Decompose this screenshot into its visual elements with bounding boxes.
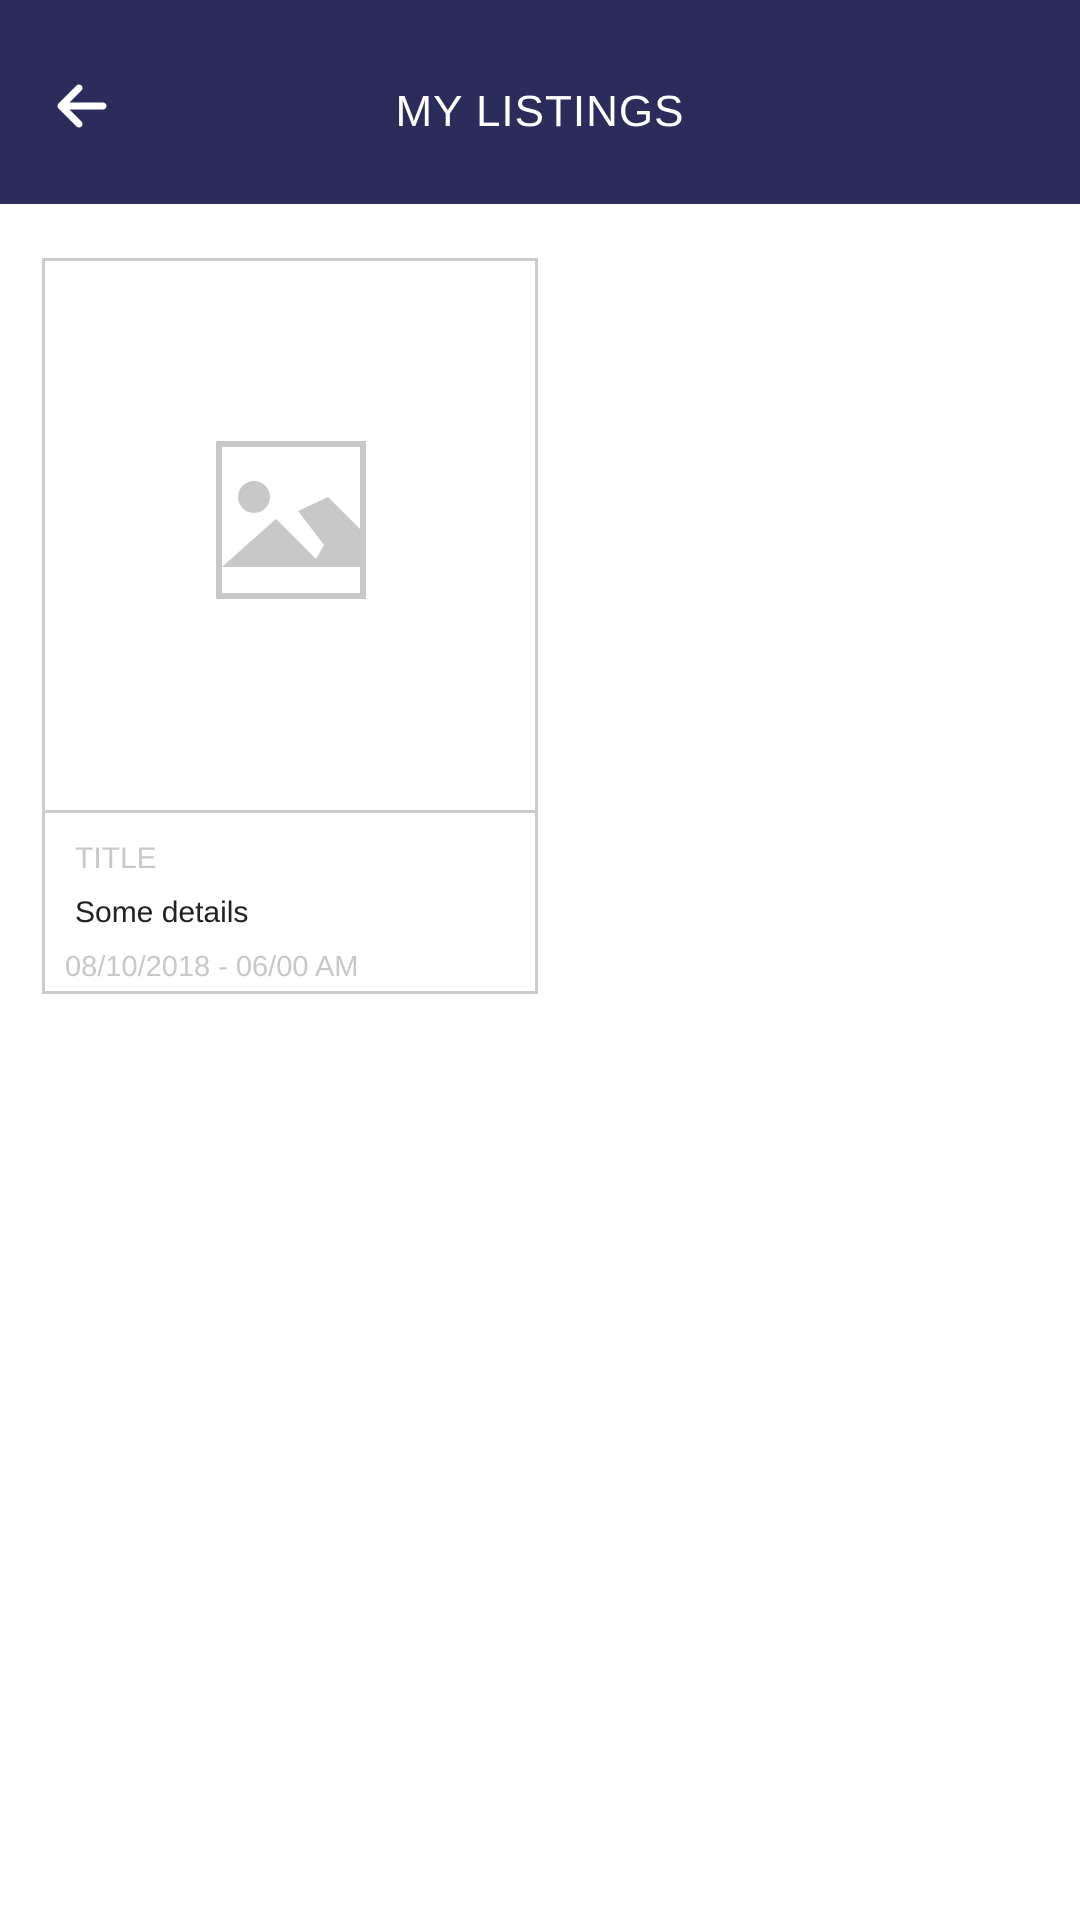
page-title: MY LISTINGS [395, 87, 685, 136]
listing-card[interactable]: TITLE Some details 08/10/2018 - 06/00 AM [42, 258, 538, 994]
listing-date: 08/10/2018 - 06/00 AM [65, 951, 359, 983]
app-bar: MY LISTINGS [0, 0, 1080, 204]
image-placeholder-icon [216, 441, 366, 599]
listing-title: TITLE [75, 842, 157, 875]
listing-details: Some details [75, 896, 249, 929]
listing-image [45, 261, 535, 813]
